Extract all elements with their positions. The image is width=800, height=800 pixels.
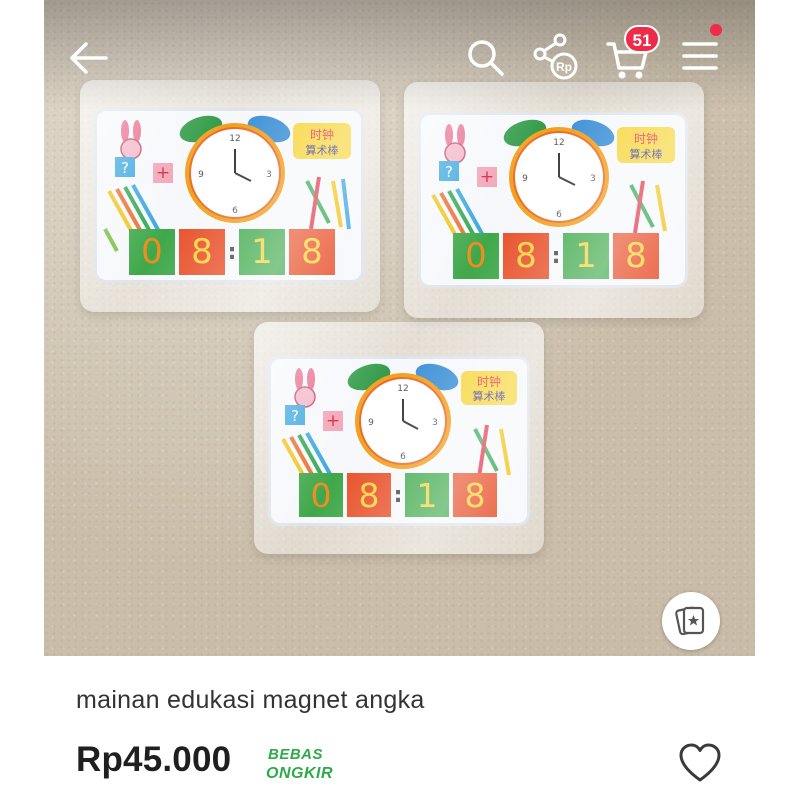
search-button[interactable]: [462, 34, 508, 80]
svg-text:12: 12: [397, 384, 408, 394]
menu-button[interactable]: [676, 30, 726, 80]
share-rp-icon: Rp: [533, 33, 578, 80]
product-price: Rp45.000: [76, 740, 232, 779]
number-tile: 1: [563, 233, 609, 279]
svg-text:时钟: 时钟: [310, 127, 334, 142]
share-button[interactable]: Rp: [530, 30, 582, 82]
svg-text:12: 12: [229, 134, 240, 144]
number-tile: 8: [289, 229, 335, 275]
notification-dot: [710, 24, 722, 36]
svg-text:3: 3: [432, 418, 438, 428]
svg-text:9: 9: [198, 170, 204, 180]
svg-text:6: 6: [232, 206, 238, 216]
svg-text:时钟: 时钟: [634, 131, 658, 146]
box-artwork: ? + 12 3 6 9 时钟 算术棒: [103, 115, 351, 252]
heart-outline-icon: [679, 743, 721, 782]
free-shipping-line2: ONGKIR: [266, 765, 333, 782]
ar-view-button[interactable]: [662, 592, 720, 650]
hamburger-menu-icon: [682, 42, 718, 70]
svg-text:6: 6: [556, 210, 562, 220]
number-tile: 8: [179, 229, 225, 275]
number-tile: 1: [405, 473, 449, 517]
svg-text:时钟: 时钟: [477, 374, 501, 389]
number-tiles: 0 8 : 1 8: [299, 473, 497, 517]
product-title: mainan edukasi magnet angka: [76, 686, 425, 714]
svg-text:?: ?: [121, 159, 129, 177]
product-screen: ? + 12 3 6 9 时钟 算术棒 0 8: 1 8 ? + 12 3 6…: [0, 0, 800, 800]
svg-text:6: 6: [400, 452, 406, 462]
svg-text:?: ?: [291, 407, 299, 425]
card-star-icon: [675, 606, 705, 636]
product-box-2: ? + 12 3 6 9 时钟 算术棒 0 8: 1 8: [404, 82, 704, 318]
svg-text:3: 3: [590, 174, 596, 184]
number-tile: 8: [453, 473, 497, 517]
product-box-3: ? + 12 3 6 9 时钟 算术棒 0 8: 1 8: [254, 322, 544, 554]
wishlist-button[interactable]: [676, 740, 724, 786]
product-photo[interactable]: ? + 12 3 6 9 时钟 算术棒 0 8: 1 8 ? + 12 3 6…: [44, 0, 755, 656]
svg-text:?: ?: [445, 163, 453, 181]
number-tiles: 0 8 : 1 8: [129, 229, 335, 275]
svg-text:12: 12: [553, 138, 564, 148]
rabbit-logo: [120, 120, 142, 160]
number-tile: 8: [613, 233, 659, 279]
box-artwork: ? + 12 3 6 9 时钟 算术棒: [281, 363, 517, 490]
svg-text:3: 3: [266, 170, 272, 180]
free-shipping-badge: BEBAS ONGKIR: [266, 746, 333, 782]
number-tile: 0: [299, 473, 343, 517]
product-box-1: ? + 12 3 6 9 时钟 算术棒 0 8: 1 8: [80, 80, 380, 312]
clock-illustration: 12 3 6 9: [179, 115, 291, 223]
search-icon: [468, 40, 504, 76]
number-tiles: 0 8 : 1 8: [453, 233, 659, 279]
number-tile: 8: [347, 473, 391, 517]
svg-text:+: +: [480, 167, 494, 187]
svg-text:+: +: [156, 163, 170, 183]
svg-text:Rp: Rp: [556, 60, 572, 74]
svg-text:算术棒: 算术棒: [630, 147, 663, 161]
svg-text:9: 9: [368, 418, 374, 428]
arrow-left-icon: [70, 42, 108, 74]
back-button[interactable]: [64, 36, 114, 80]
svg-text:9: 9: [522, 174, 528, 184]
number-tile: 8: [503, 233, 549, 279]
box-artwork: ? + 12 3 6 9 时钟 算术棒: [431, 119, 675, 246]
free-shipping-line1: BEBAS: [268, 746, 323, 763]
svg-text:+: +: [326, 411, 340, 431]
svg-text:算术棒: 算术棒: [306, 143, 339, 157]
number-tile: 1: [239, 229, 285, 275]
number-tile: 0: [453, 233, 499, 279]
number-tile: 0: [129, 229, 175, 275]
cart-count-badge: 51: [624, 25, 660, 53]
svg-text:算术棒: 算术棒: [473, 389, 506, 403]
